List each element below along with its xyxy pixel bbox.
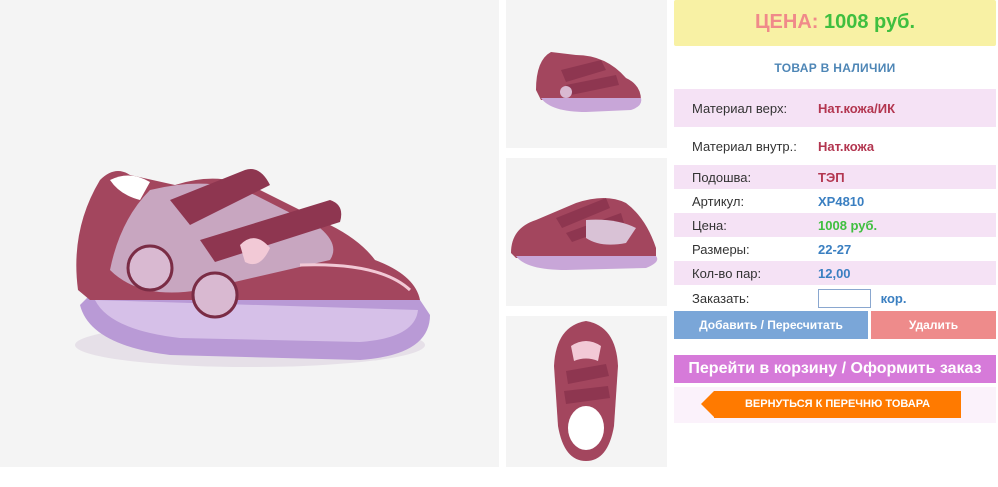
price-value: 1008 руб. [824, 11, 916, 33]
product-thumbnail-2[interactable] [506, 158, 667, 306]
spec-label: Цена: [674, 213, 800, 237]
spec-label: Материал верх: [674, 89, 800, 127]
spec-table: Материал верх: Нат.кожа/ИК Материал внут… [674, 89, 996, 311]
spec-label: Заказать: [692, 290, 750, 306]
spec-row-price: Цена: 1008 руб. [674, 213, 996, 237]
order-cell: кор. [800, 285, 996, 311]
spec-row-article: Артикул: XP4810 [674, 189, 996, 213]
add-recalculate-button[interactable]: Добавить / Пересчитать [674, 311, 868, 339]
delete-button[interactable]: Удалить [871, 311, 996, 339]
price-banner: ЦЕНА: 1008 руб. [674, 0, 996, 46]
spec-row-sole: Подошва: ТЭП [674, 165, 996, 189]
spec-value: Нат.кожа/ИК [800, 89, 996, 127]
spec-value: 22-27 [818, 241, 852, 257]
product-main-image[interactable] [0, 0, 499, 467]
sneaker-thumb-1-graphic [536, 52, 642, 112]
sneaker-thumb-2-graphic [511, 198, 658, 270]
spec-label: Кол-во пар: [674, 261, 800, 285]
spec-label: Подошва: [674, 165, 800, 189]
quantity-unit: кор. [880, 290, 907, 306]
spec-row-order: Заказать: кор. [674, 285, 996, 311]
product-thumbnail-1[interactable] [506, 0, 667, 148]
stock-status: ТОВАР В НАЛИЧИИ [774, 61, 896, 75]
spec-value: ТЭП [800, 165, 996, 189]
product-thumbnail-3[interactable] [506, 316, 667, 467]
quantity-input[interactable] [818, 288, 871, 308]
spec-value: 1008 руб. [800, 213, 996, 237]
sneaker-main-graphic [75, 169, 430, 367]
spec-row-pairs: Кол-во пар: 12,00 [674, 261, 996, 285]
spec-row-material-inner: Материал внутр.: Нат.кожа [674, 127, 996, 165]
spec-row-sizes: Размеры: 22-27 [674, 237, 996, 261]
go-to-cart-button[interactable]: Перейти в корзину / Оформить заказ [674, 355, 996, 383]
spec-label: Артикул: [692, 193, 745, 209]
spec-label: Размеры: [692, 241, 750, 257]
spec-value: XP4810 [818, 193, 865, 209]
product-info-panel: ЦЕНА: 1008 руб. ТОВАР В НАЛИЧИИ Материал… [674, 0, 996, 487]
spec-value: Нат.кожа [818, 138, 875, 154]
spec-row-material-top: Материал верх: Нат.кожа/ИК [674, 89, 996, 127]
price-label: ЦЕНА: [754, 11, 819, 33]
spec-label: Материал внутр.: [692, 138, 797, 154]
back-button-area: ВЕРНУТЬСЯ К ПЕРЕЧНЮ ТОВАРА [674, 387, 996, 423]
spec-value: 12,00 [800, 261, 996, 285]
sneaker-thumb-3-graphic [554, 321, 618, 461]
back-to-list-button[interactable]: ВЕРНУТЬСЯ К ПЕРЕЧНЮ ТОВАРА [701, 391, 961, 418]
